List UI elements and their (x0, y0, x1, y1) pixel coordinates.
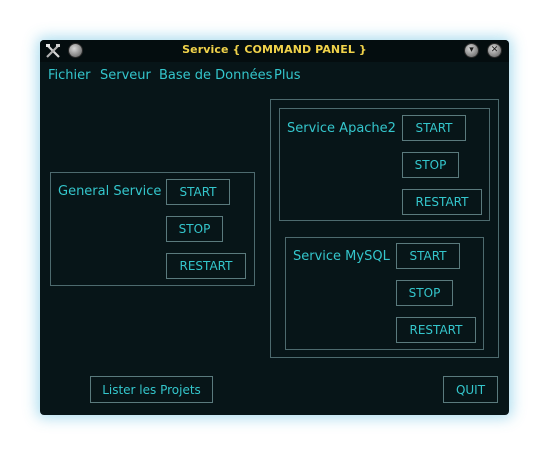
general-stop-button[interactable]: STOP (166, 216, 223, 242)
mysql-restart-button[interactable]: RESTART (396, 317, 476, 343)
close-icon[interactable]: ✕ (488, 44, 501, 57)
menu-serveur[interactable]: Serveur (100, 68, 151, 83)
apache-service-label: Service Apache2 (287, 121, 396, 136)
minimize-icon[interactable]: ▾ (465, 44, 478, 57)
general-start-button[interactable]: START (166, 179, 230, 205)
window-title: Service { COMMAND PANEL } (182, 43, 367, 56)
general-restart-button[interactable]: RESTART (166, 253, 246, 279)
apache-service-group: Service Apache2 START STOP RESTART (279, 108, 490, 221)
menu-base-de-donnees[interactable]: Base de Données (159, 68, 272, 83)
mysql-start-button[interactable]: START (396, 243, 460, 269)
general-service-label: General Service (58, 184, 162, 199)
apache-restart-button[interactable]: RESTART (402, 189, 482, 215)
menu-fichier[interactable]: Fichier (48, 68, 91, 83)
mysql-stop-button[interactable]: STOP (396, 280, 453, 306)
general-service-group: General Service START STOP RESTART (50, 172, 255, 286)
services-group: Service Apache2 START STOP RESTART Servi… (270, 99, 499, 358)
apache-stop-button[interactable]: STOP (402, 152, 459, 178)
list-projects-button[interactable]: Lister les Projets (90, 376, 213, 403)
app-window: Service { COMMAND PANEL } ▾ ✕ Fichier Se… (40, 40, 509, 415)
menu-bar: Fichier Serveur Base de Données Plus (40, 66, 509, 88)
mysql-service-group: Service MySQL START STOP RESTART (285, 237, 484, 350)
apache-start-button[interactable]: START (402, 115, 466, 141)
mysql-service-label: Service MySQL (293, 249, 390, 264)
quit-button[interactable]: QUIT (443, 376, 498, 403)
menu-plus[interactable]: Plus (274, 68, 300, 83)
title-bar[interactable]: Service { COMMAND PANEL } ▾ ✕ (40, 40, 509, 62)
